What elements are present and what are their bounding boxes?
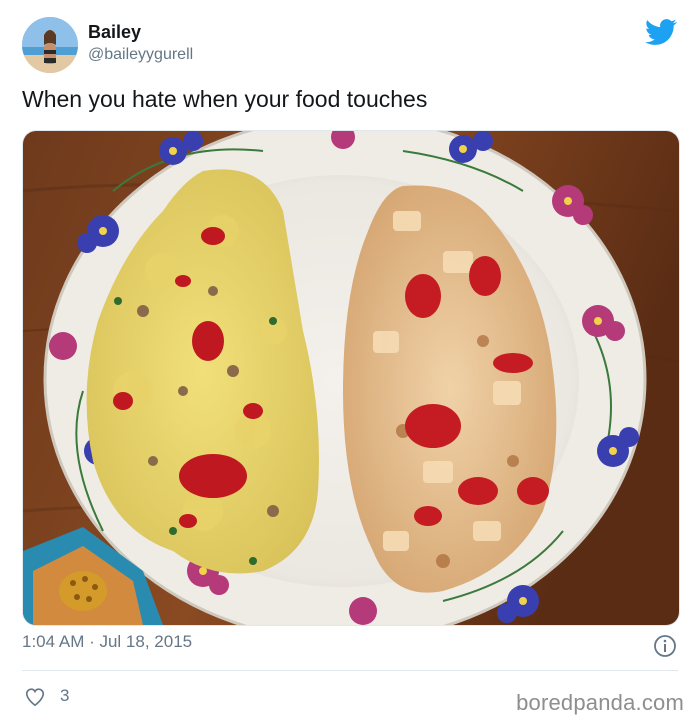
tweet-timestamp[interactable]: 1:04 AM · Jul 18, 2015 xyxy=(22,632,192,652)
tweet-text: When you hate when your food touches xyxy=(22,86,428,112)
author-name[interactable]: Bailey xyxy=(88,22,141,43)
tweet-photo[interactable] xyxy=(22,130,680,626)
author-handle[interactable]: @baileyygurell xyxy=(88,46,193,64)
avatar[interactable] xyxy=(22,17,78,73)
twitter-bird-icon[interactable] xyxy=(645,16,677,48)
heart-icon[interactable] xyxy=(24,686,46,708)
info-icon[interactable] xyxy=(653,634,677,658)
watermark: boredpanda.com xyxy=(516,690,684,715)
tweet-card: Bailey @baileyygurell When you hate when… xyxy=(0,0,700,725)
divider xyxy=(22,670,678,671)
like-count[interactable]: 3 xyxy=(60,686,69,706)
